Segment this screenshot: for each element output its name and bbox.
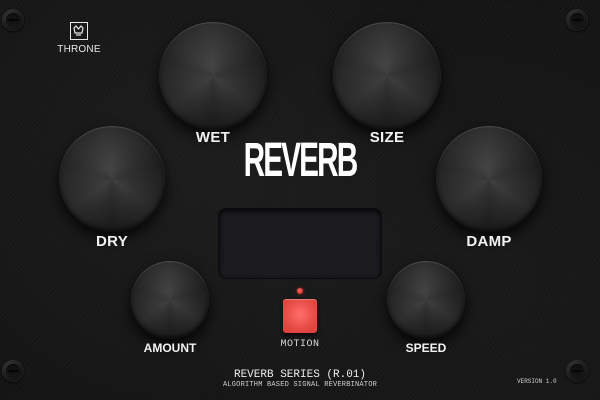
speed-knob[interactable]: [387, 261, 465, 339]
screw-bottom-left: [2, 360, 24, 382]
damp-knob[interactable]: [436, 126, 542, 232]
brand-logo: THRONE: [52, 22, 106, 55]
motion-label: MOTION: [280, 339, 320, 350]
screw-top-left: [2, 9, 24, 31]
series-subtitle: ALGORITHM BASED SIGNAL REVERBINATOR: [222, 381, 378, 389]
amount-knob[interactable]: [131, 261, 209, 339]
display-screen: [219, 209, 381, 278]
screw-bottom-right: [566, 360, 588, 382]
motion-led-indicator: [297, 288, 303, 294]
series-title: REVERB SERIES (R.01): [233, 369, 367, 381]
motion-button[interactable]: [283, 299, 317, 333]
dry-label: DRY: [95, 233, 129, 250]
version-label: VERSION 1.0: [517, 378, 557, 385]
brand-name: THRONE: [57, 44, 101, 55]
plugin-title: REVERB: [209, 137, 391, 185]
plugin-title-text: REVERB: [243, 134, 359, 187]
speed-label: SPEED: [405, 341, 447, 355]
damp-label: DAMP: [466, 233, 512, 250]
reverb-plugin-panel: THRONE WET SIZE DRY DAMP AMOUNT SPEED RE…: [0, 0, 600, 400]
crown-logo-icon: [70, 22, 88, 40]
wet-knob[interactable]: [159, 22, 267, 130]
size-knob[interactable]: [333, 22, 441, 130]
screw-top-right: [566, 9, 588, 31]
dry-knob[interactable]: [59, 126, 165, 232]
amount-label: AMOUNT: [143, 341, 197, 355]
